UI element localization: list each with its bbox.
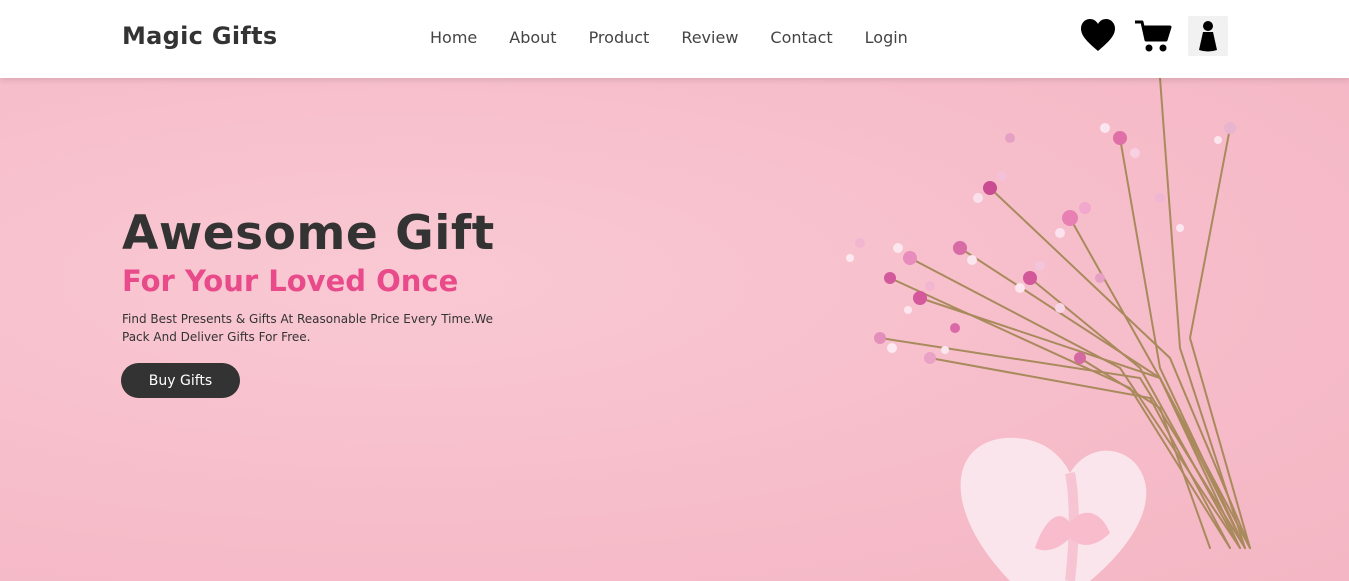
site-header: Magic Gifts Home About Product Review Co… — [0, 0, 1349, 78]
hero-title: Awesome Gift — [122, 206, 495, 261]
hero-subtitle: For Your Loved Once — [122, 264, 459, 298]
nav-link-home[interactable]: Home — [430, 28, 477, 48]
nav-link-review[interactable]: Review — [681, 28, 738, 48]
buy-gifts-button[interactable]: Buy Gifts — [121, 363, 240, 398]
nav-link-contact[interactable]: Contact — [770, 28, 832, 48]
nav-link-product[interactable]: Product — [589, 28, 650, 48]
nav-link-login[interactable]: Login — [865, 28, 908, 48]
hero-section: Awesome Gift For Your Loved Once Find Be… — [0, 78, 1349, 581]
user-icon[interactable] — [1188, 16, 1228, 56]
heart-icon[interactable] — [1080, 18, 1116, 54]
site-logo[interactable]: Magic Gifts — [122, 22, 278, 50]
main-nav: Home About Product Review Contact Login — [430, 28, 940, 48]
cart-icon[interactable] — [1134, 18, 1172, 54]
hero-description: Find Best Presents & Gifts At Reasonable… — [122, 312, 493, 344]
flower-bouquet-image — [846, 78, 1251, 581]
header-icons — [1080, 16, 1228, 56]
nav-link-about[interactable]: About — [509, 28, 556, 48]
